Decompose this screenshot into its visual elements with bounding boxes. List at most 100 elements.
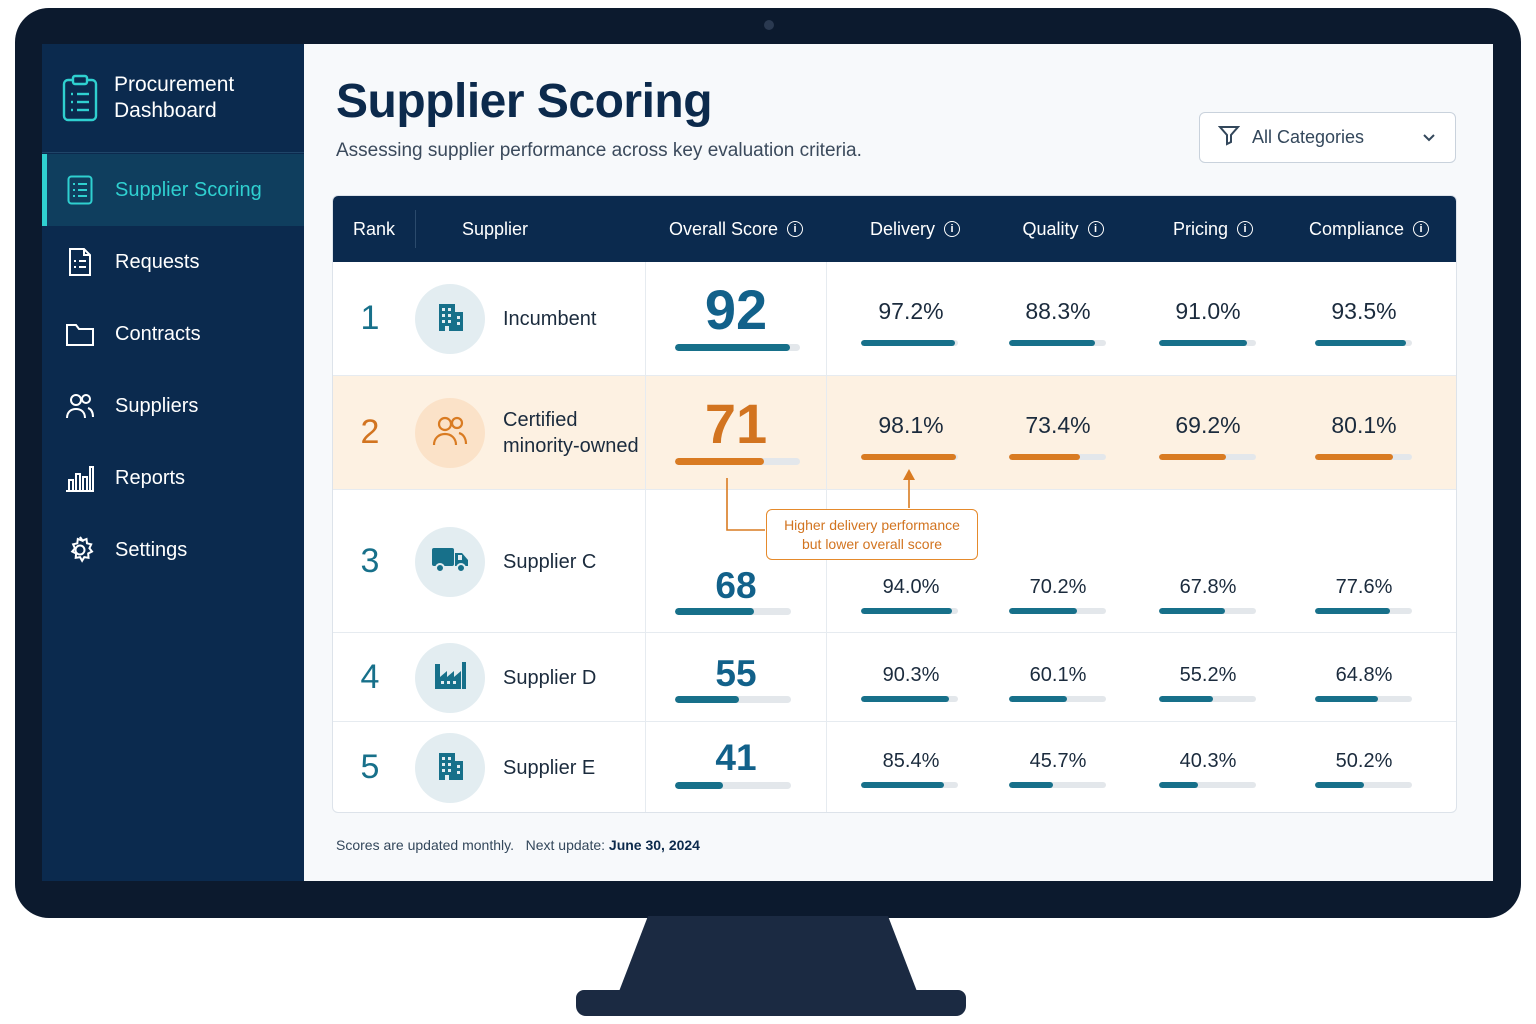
rank-cell: 1 (360, 299, 380, 337)
sidebar-item-label: Reports (115, 466, 186, 489)
column-header-pricing[interactable]: Pricing i (1137, 196, 1289, 262)
delivery-bar (861, 454, 958, 460)
monitor-stand (618, 916, 918, 994)
compliance-score: 93.5% (1331, 298, 1397, 324)
pricing-bar-fill (1159, 696, 1213, 702)
quality-score: 60.1% (1029, 664, 1087, 686)
sidebar: Procurement Dashboard Supplier Scoring R… (42, 44, 304, 881)
bar-chart-icon (64, 462, 96, 494)
table-row[interactable]: 4 Supplier D 55 90.3% 60.1% 55.2% 64.8% (333, 633, 1456, 722)
column-header-compliance[interactable]: Compliance i (1291, 196, 1447, 262)
info-icon[interactable]: i (787, 221, 804, 237)
overall-score: 71 (645, 394, 827, 454)
delivery-score: 90.3% (882, 664, 940, 686)
filter-label: All Categories (1252, 127, 1365, 147)
delivery-bar (861, 340, 958, 346)
delivery-bar-fill (861, 454, 957, 460)
sidebar-item-label: Supplier Scoring (115, 178, 262, 201)
monitor-base (576, 990, 966, 1016)
delivery-bar-fill (861, 608, 953, 614)
quality-bar (1009, 696, 1106, 702)
column-header-overall-score[interactable]: Overall Score i (645, 196, 827, 262)
callout-line: but lower overall score (801, 536, 943, 552)
screen: Procurement Dashboard Supplier Scoring R… (42, 44, 1493, 881)
overall-score-bar-fill (675, 696, 739, 703)
column-header-label: Pricing (1172, 218, 1229, 239)
category-filter-dropdown[interactable]: All Categories (1199, 112, 1456, 163)
rank-cell: 3 (360, 541, 380, 580)
supplier-scoring-table: Rank Supplier Overall Score i Delivery i Q… (332, 195, 1457, 813)
sidebar-item-reports[interactable]: Reports (42, 442, 304, 514)
column-header-label: Rank (352, 218, 396, 239)
column-header-quality[interactable]: Quality i (987, 196, 1139, 262)
pricing-score: 40.3% (1179, 750, 1237, 772)
info-icon[interactable]: i (1087, 221, 1104, 237)
supplier-avatar (415, 642, 485, 713)
supplier-name: Supplier D (503, 666, 597, 689)
sidebar-item-contracts[interactable]: Contracts (42, 298, 304, 370)
factory-icon (432, 658, 468, 697)
rank-cell: 5 (360, 748, 380, 786)
compliance-bar (1315, 340, 1412, 346)
supplier-avatar (415, 733, 485, 803)
overall-score-value: 92 (704, 278, 768, 341)
building-icon (433, 300, 467, 339)
monitor-frame: Procurement Dashboard Supplier Scoring R… (15, 8, 1521, 918)
column-header-rank[interactable]: Rank (333, 196, 415, 262)
supplier-name: Supplier C (503, 550, 597, 573)
footer-text: Scores are updated monthly. (336, 837, 514, 853)
document-icon (64, 246, 96, 278)
table-row[interactable]: 5 Supplier E 41 85.4% 45.7% 40.3% 50.2% (333, 722, 1456, 812)
quality-bar-fill (1009, 340, 1095, 346)
overall-score-value: 41 (715, 737, 757, 778)
quality-score: 73.4% (1025, 412, 1091, 438)
sidebar-item-label: Requests (115, 250, 200, 273)
info-icon[interactable]: i (944, 221, 960, 237)
overall-score-bar (675, 458, 800, 465)
sidebar-item-suppliers[interactable]: Suppliers (42, 370, 304, 442)
overall-score-bar-fill (675, 344, 790, 351)
quality-score: 45.7% (1029, 750, 1087, 772)
building-icon (433, 749, 467, 788)
info-icon[interactable]: i (1413, 221, 1430, 237)
table-row[interactable]: 2 Certified minority-owned 71 98.1% 73.4% 69.… (333, 376, 1456, 490)
rank-cell: 2 (360, 413, 380, 451)
page-title: Supplier Scoring (336, 75, 713, 128)
sidebar-nav: Supplier Scoring Requests Contracts Supp… (42, 154, 304, 586)
pricing-score: 91.0% (1175, 298, 1241, 324)
pricing-bar (1159, 454, 1256, 460)
pricing-bar (1159, 782, 1256, 788)
column-header-label: Supplier (461, 218, 529, 239)
sidebar-item-requests[interactable]: Requests (42, 226, 304, 298)
gear-icon (64, 534, 96, 566)
pricing-bar-fill (1159, 340, 1248, 346)
table-row[interactable]: 1 Incumbent 92 97.2% 88.3% 91.0% 93.5% (333, 262, 1456, 376)
sidebar-item-label: Settings (115, 538, 188, 561)
overall-score: 68 (645, 565, 827, 606)
folder-icon (64, 318, 96, 350)
compliance-bar-fill (1315, 782, 1364, 788)
quality-bar-fill (1009, 696, 1068, 702)
footer-note: Scores are updated monthly. Next update:… (336, 837, 700, 853)
pricing-score: 69.2% (1175, 412, 1241, 438)
callout-line: Higher delivery performance (784, 517, 960, 533)
compliance-score: 50.2% (1335, 750, 1393, 772)
compliance-bar (1315, 782, 1412, 788)
column-header-supplier[interactable]: Supplier (415, 196, 575, 262)
sidebar-item-supplier-scoring[interactable]: Supplier Scoring (42, 154, 304, 226)
info-icon[interactable]: i (1237, 221, 1254, 237)
supplier-name: Certified minority-owned (503, 409, 639, 457)
supplier-name: Supplier E (503, 757, 596, 779)
overall-score-bar (675, 344, 800, 351)
delivery-score: 94.0% (882, 576, 940, 598)
delivery-score: 97.2% (878, 298, 944, 324)
column-divider (645, 262, 646, 812)
supplier-avatar (415, 526, 485, 597)
delivery-bar (861, 696, 958, 702)
sidebar-item-settings[interactable]: Settings (42, 514, 304, 586)
column-header-delivery[interactable]: Delivery i (839, 196, 991, 262)
compliance-score: 64.8% (1335, 664, 1393, 686)
footer-next-label: Next update: (525, 837, 606, 853)
chevron-down-icon (1421, 129, 1437, 150)
overall-score-bar-fill (675, 608, 754, 615)
